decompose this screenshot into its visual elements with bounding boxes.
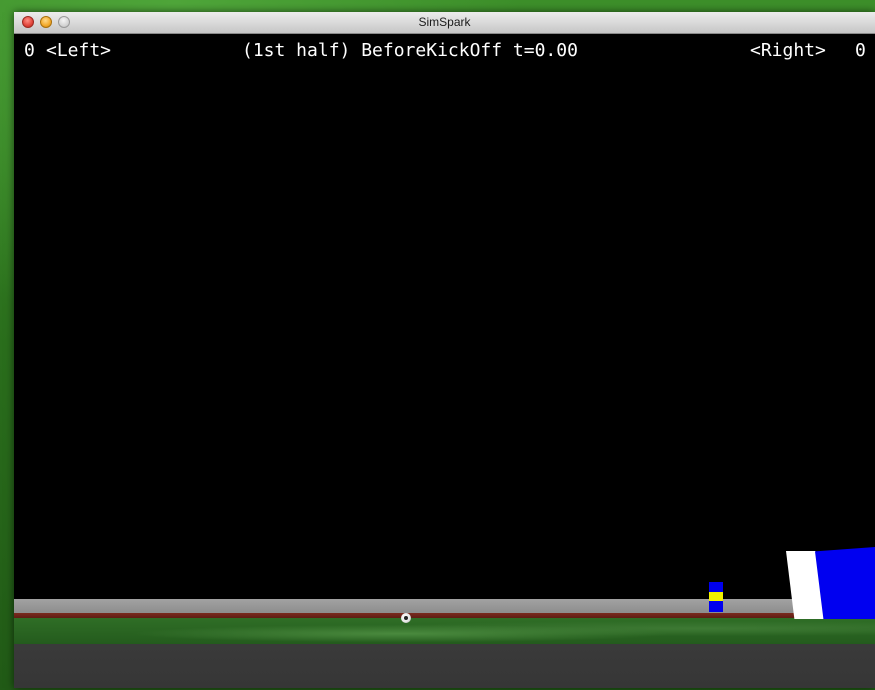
- game-viewport[interactable]: 0 <Left> (1st half) BeforeKickOff t=0.00…: [14, 34, 875, 688]
- title-bar[interactable]: SimSpark: [14, 12, 875, 34]
- window-title: SimSpark: [418, 15, 471, 29]
- game-state: (1st half) BeforeKickOff t=0.00: [242, 40, 578, 61]
- soccer-ball: [401, 613, 411, 623]
- right-score: 0: [855, 40, 866, 61]
- left-score: 0: [24, 40, 35, 61]
- goal-net-panel: [815, 547, 875, 619]
- simspark-window: SimSpark 0 <Left> (1st half) BeforeKickO…: [14, 12, 875, 688]
- field-boundary-wall: [14, 599, 875, 613]
- robot-player: [709, 582, 723, 612]
- left-team-name: <Left>: [46, 40, 112, 61]
- right-team-name: <Right>: [750, 40, 826, 61]
- desktop-background: SimSpark 0 <Left> (1st half) BeforeKickO…: [0, 0, 875, 690]
- ground-plane: [14, 644, 875, 688]
- scoreboard-hud: 0 <Left> (1st half) BeforeKickOff t=0.00…: [14, 40, 875, 64]
- player-body-bottom: [709, 601, 723, 612]
- soccer-pitch: [14, 618, 875, 644]
- player-body-middle: [709, 592, 723, 601]
- player-body-top: [709, 582, 723, 592]
